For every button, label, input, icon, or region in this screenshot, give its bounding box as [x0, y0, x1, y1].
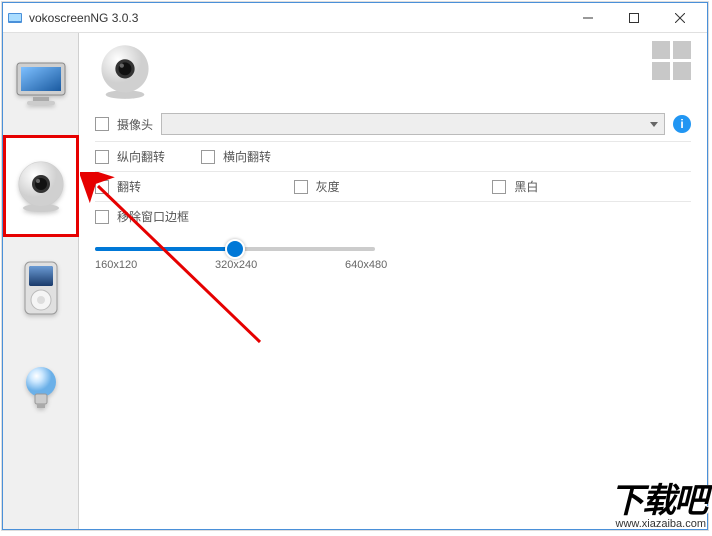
bw-checkbox[interactable]	[492, 180, 506, 194]
remove-border-row: 移除窗口边框	[95, 202, 691, 231]
grid-view-button[interactable]	[652, 41, 691, 80]
sidebar-tab-player[interactable]	[3, 237, 79, 339]
grayscale-checkbox[interactable]	[294, 180, 308, 194]
content-panel: 摄像头 i 纵向翻转 横向翻转 翻转 灰度	[79, 33, 707, 529]
effects-row: 翻转 灰度 黑白	[95, 172, 691, 202]
sidebar-tab-bulb[interactable]	[3, 339, 79, 441]
webcam-icon	[13, 158, 69, 214]
app-window: vokoscreenNG 3.0.3	[2, 2, 708, 530]
window-controls	[565, 3, 703, 33]
watermark-text: 下载吧	[610, 482, 706, 520]
camera-label: 摄像头	[117, 116, 153, 133]
grayscale-label: 灰度	[316, 178, 340, 195]
slider-tick-2: 640x480	[345, 259, 387, 271]
webcam-preview-icon	[95, 41, 155, 101]
slider-tick-1: 320x240	[215, 259, 257, 271]
flip-h-checkbox[interactable]	[201, 150, 215, 164]
monitor-icon	[13, 59, 69, 109]
close-button[interactable]	[657, 3, 703, 33]
bulb-icon	[21, 362, 61, 418]
camera-checkbox[interactable]	[95, 117, 109, 131]
flip-label: 翻转	[117, 178, 141, 195]
maximize-button[interactable]	[611, 3, 657, 33]
sidebar-tab-screen[interactable]	[3, 33, 79, 135]
window-title: vokoscreenNG 3.0.3	[29, 11, 565, 25]
remove-border-checkbox[interactable]	[95, 210, 109, 224]
resolution-slider[interactable]	[95, 247, 375, 251]
camera-select[interactable]	[161, 113, 665, 135]
slider-fill	[95, 247, 235, 251]
sidebar	[3, 33, 79, 529]
slider-tick-0: 160x120	[95, 259, 137, 271]
minimize-button[interactable]	[565, 3, 611, 33]
camera-row: 摄像头 i	[95, 107, 691, 142]
remove-border-label: 移除窗口边框	[117, 208, 189, 225]
flip-row: 纵向翻转 横向翻转	[95, 142, 691, 172]
sidebar-tab-webcam[interactable]	[3, 135, 79, 237]
slider-thumb[interactable]	[225, 239, 245, 259]
flip-v-label: 纵向翻转	[117, 148, 165, 165]
bw-label: 黑白	[514, 178, 538, 195]
titlebar: vokoscreenNG 3.0.3	[3, 3, 707, 33]
resolution-slider-area: 160x120 320x240 640x480	[95, 231, 691, 275]
flip-checkbox[interactable]	[95, 180, 109, 194]
watermark: 下载吧 www.xiazaiba.com	[610, 473, 706, 530]
ipod-icon	[21, 260, 61, 316]
watermark-url: www.xiazaiba.com	[610, 518, 706, 530]
info-button[interactable]: i	[673, 115, 691, 133]
flip-h-label: 横向翻转	[223, 148, 271, 165]
flip-v-checkbox[interactable]	[95, 150, 109, 164]
app-icon	[7, 10, 23, 26]
